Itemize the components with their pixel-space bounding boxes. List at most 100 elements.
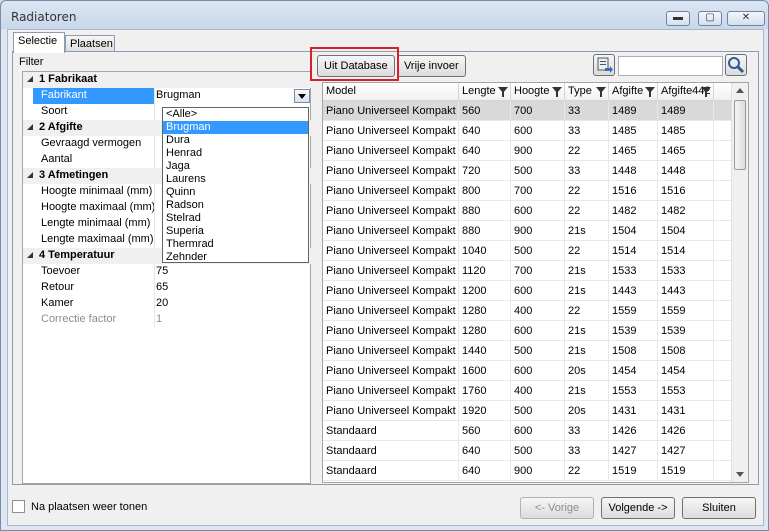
property-label: Soort: [41, 105, 68, 117]
dropdown-option[interactable]: Brugman: [163, 121, 308, 134]
table-row[interactable]: Piano Universeel Kompakt 1120 700 21s 1533 15…: [323, 261, 732, 281]
dropdown-option[interactable]: <Alle>: [163, 108, 308, 121]
table-cell: Piano Universeel Kompakt: [323, 401, 459, 421]
table-row[interactable]: Standaard 640 500 33 1427 1427: [323, 441, 732, 461]
property-label: Kamer: [41, 297, 74, 309]
property-separator: [154, 264, 155, 280]
property-separator: [154, 296, 155, 312]
column-header[interactable]: Type: [565, 83, 609, 101]
search-input[interactable]: [618, 56, 723, 76]
table-row[interactable]: Standaard 640 900 22 1519 1519: [323, 461, 732, 481]
filter-funnel-icon[interactable]: [552, 87, 562, 97]
table-row[interactable]: Piano Universeel Kompakt 880 900 21s 1504 150…: [323, 221, 732, 241]
table-cell: Piano Universeel Kompakt: [323, 141, 459, 161]
property-value[interactable]: 65: [156, 281, 168, 293]
fabrikant-dropdown-list[interactable]: <Alle> Brugman Dura Henrad Jaga Laurens Quinn R…: [162, 107, 309, 263]
minimize-button[interactable]: ▬: [666, 11, 690, 26]
grid-header: Model Lengte Hoogte Type Afgifte Afgifte442: [323, 83, 748, 101]
property-category[interactable]: 1 Fabrikaat: [23, 72, 314, 88]
collapse-triangle-icon[interactable]: [27, 172, 33, 178]
na-plaatsen-checkbox[interactable]: [12, 500, 25, 513]
radiator-grid[interactable]: Model Lengte Hoogte Type Afgifte Afgifte442 P…: [322, 82, 749, 483]
table-cell: Piano Universeel Kompakt: [323, 361, 459, 381]
property-row[interactable]: Correctie factor 1: [23, 312, 314, 328]
scroll-thumb[interactable]: [734, 100, 746, 170]
close-button[interactable]: ✕: [727, 11, 765, 26]
filter-funnel-icon[interactable]: [596, 87, 606, 97]
property-row[interactable]: Fabrikant Brugman: [23, 88, 314, 104]
property-label: Retour: [41, 281, 75, 293]
table-row[interactable]: Piano Universeel Kompakt 720 500 33 1448 1448: [323, 161, 732, 181]
dropdown-arrow-icon[interactable]: [294, 89, 310, 103]
dropdown-option[interactable]: Radson: [163, 199, 308, 212]
table-row[interactable]: Piano Universeel Kompakt 1920 500 20s 1431 14…: [323, 401, 732, 421]
vrije-invoer-button[interactable]: Vrije invoer: [397, 55, 466, 77]
search-button[interactable]: [725, 54, 747, 76]
table-row[interactable]: Piano Universeel Kompakt 1200 600 21s 1443 14…: [323, 281, 732, 301]
table-cell: 1120: [459, 261, 511, 281]
column-header[interactable]: Afgifte: [609, 83, 658, 101]
dropdown-option[interactable]: Thermrad: [163, 238, 308, 251]
maximize-button[interactable]: ▢: [698, 11, 722, 26]
scroll-down-icon[interactable]: [736, 472, 744, 477]
column-header-label: Afgifte: [612, 85, 644, 97]
table-row[interactable]: Piano Universeel Kompakt 1040 500 22 1514 151…: [323, 241, 732, 261]
table-row[interactable]: Piano Universeel Kompakt 1600 600 20s 1454 14…: [323, 361, 732, 381]
property-value[interactable]: 75: [156, 265, 168, 277]
property-value[interactable]: 1: [156, 313, 162, 325]
table-cell: 20s: [565, 401, 609, 421]
table-cell: 22: [565, 141, 609, 161]
column-header[interactable]: Lengte: [459, 83, 511, 101]
table-row[interactable]: Piano Universeel Kompakt 640 900 22 1465 1465: [323, 141, 732, 161]
na-plaatsen-label: Na plaatsen weer tonen: [31, 501, 148, 513]
table-row[interactable]: Piano Universeel Kompakt 1440 500 21s 1508 15…: [323, 341, 732, 361]
property-value[interactable]: Brugman: [156, 89, 201, 101]
table-cell: 1443: [658, 281, 714, 301]
property-label: Correctie factor: [41, 313, 117, 325]
export-button[interactable]: [593, 54, 615, 76]
vorige-button[interactable]: <- Vorige: [520, 497, 594, 519]
table-cell: Piano Universeel Kompakt: [323, 241, 459, 261]
collapse-triangle-icon[interactable]: [27, 252, 33, 258]
dropdown-option[interactable]: Henrad: [163, 147, 308, 160]
table-cell: Piano Universeel Kompakt: [323, 221, 459, 241]
table-row[interactable]: Piano Universeel Kompakt 1280 400 22 1559 155…: [323, 301, 732, 321]
collapse-triangle-icon[interactable]: [27, 124, 33, 130]
scroll-up-icon[interactable]: [736, 88, 744, 93]
property-value[interactable]: 20: [156, 297, 168, 309]
table-row[interactable]: Piano Universeel Kompakt 1760 400 21s 1553 15…: [323, 381, 732, 401]
column-header[interactable]: Model: [323, 83, 459, 101]
table-cell: 400: [511, 381, 565, 401]
property-row[interactable]: Retour 65: [23, 280, 314, 296]
property-row[interactable]: Kamer 20: [23, 296, 314, 312]
dropdown-option[interactable]: Quinn: [163, 186, 308, 199]
volgende-button[interactable]: Volgende ->: [601, 497, 675, 519]
grid-vertical-scrollbar[interactable]: [731, 83, 748, 482]
dropdown-option[interactable]: Laurens: [163, 173, 308, 186]
column-header-label: Type: [568, 85, 592, 97]
table-row[interactable]: Piano Universeel Kompakt 1280 600 21s 1539 15…: [323, 321, 732, 341]
table-row[interactable]: Piano Universeel Kompakt 560 700 33 1489 1489: [323, 101, 732, 121]
column-header[interactable]: Hoogte: [511, 83, 565, 101]
filter-funnel-icon[interactable]: [645, 87, 655, 97]
table-row[interactable]: Piano Universeel Kompakt 800 700 22 1516 1516: [323, 181, 732, 201]
property-separator: [154, 200, 155, 216]
table-row[interactable]: Piano Universeel Kompakt 640 600 33 1485 1485: [323, 121, 732, 141]
collapse-triangle-icon[interactable]: [27, 76, 33, 82]
dropdown-option[interactable]: Zehnder: [163, 251, 308, 264]
table-row[interactable]: Standaard 560 600 33 1426 1426: [323, 421, 732, 441]
filter-funnel-icon[interactable]: [701, 87, 711, 97]
table-cell: Piano Universeel Kompakt: [323, 181, 459, 201]
property-row[interactable]: Toevoer 75: [23, 264, 314, 280]
sluiten-button[interactable]: Sluiten: [682, 497, 756, 519]
dropdown-option[interactable]: Jaga: [163, 160, 308, 173]
column-header[interactable]: Afgifte442: [658, 83, 714, 101]
property-separator: [154, 88, 155, 104]
dropdown-option[interactable]: Superia: [163, 225, 308, 238]
tab-selectie[interactable]: Selectie: [13, 32, 65, 53]
table-cell: 1920: [459, 401, 511, 421]
dropdown-option[interactable]: Stelrad: [163, 212, 308, 225]
dropdown-option[interactable]: Dura: [163, 134, 308, 147]
filter-funnel-icon[interactable]: [498, 87, 508, 97]
table-row[interactable]: Piano Universeel Kompakt 880 600 22 1482 1482: [323, 201, 732, 221]
